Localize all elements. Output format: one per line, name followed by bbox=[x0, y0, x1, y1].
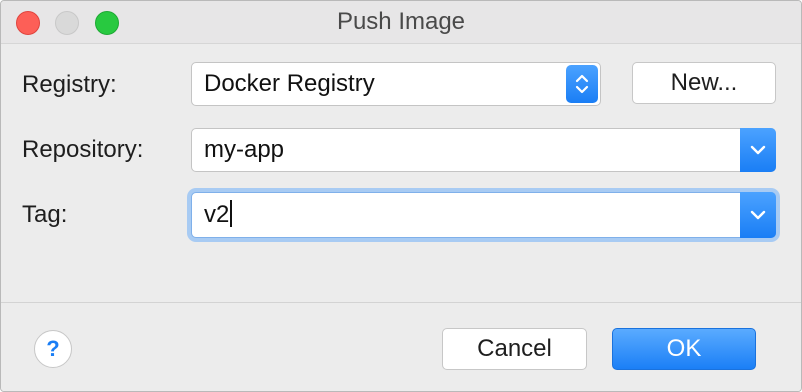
dialog-footer: ? Cancel OK bbox=[1, 303, 801, 391]
ok-button[interactable]: OK bbox=[612, 328, 756, 370]
chevron-down-icon[interactable] bbox=[740, 128, 776, 172]
help-glyph: ? bbox=[46, 336, 60, 361]
up-down-chevron-icon[interactable] bbox=[566, 65, 598, 103]
new-registry-button[interactable]: New... bbox=[632, 62, 776, 104]
repository-value: my-app bbox=[204, 136, 285, 163]
cancel-button[interactable]: Cancel bbox=[442, 328, 587, 370]
window-title: Push Image bbox=[336, 8, 466, 35]
title-bar: Push Image bbox=[1, 1, 801, 44]
tag-combobox[interactable]: v2 bbox=[191, 192, 776, 238]
chevron-down-icon[interactable] bbox=[740, 192, 776, 238]
registry-value: Docker Registry bbox=[204, 70, 375, 97]
dialog-content: Registry: Docker Registry New... Reposit… bbox=[1, 44, 801, 302]
tag-label: Tag: bbox=[22, 201, 68, 228]
repository-label: Repository: bbox=[22, 136, 144, 163]
registry-select[interactable]: Docker Registry bbox=[191, 62, 601, 106]
help-icon[interactable]: ? bbox=[34, 330, 72, 368]
push-image-dialog: Push Image Registry: Docker Registry New… bbox=[0, 0, 802, 392]
text-caret bbox=[230, 200, 233, 228]
repository-combobox[interactable]: my-app bbox=[191, 128, 776, 172]
tag-input[interactable]: v2 bbox=[204, 193, 233, 237]
registry-label: Registry: bbox=[22, 71, 117, 98]
tag-value: v2 bbox=[204, 201, 230, 228]
